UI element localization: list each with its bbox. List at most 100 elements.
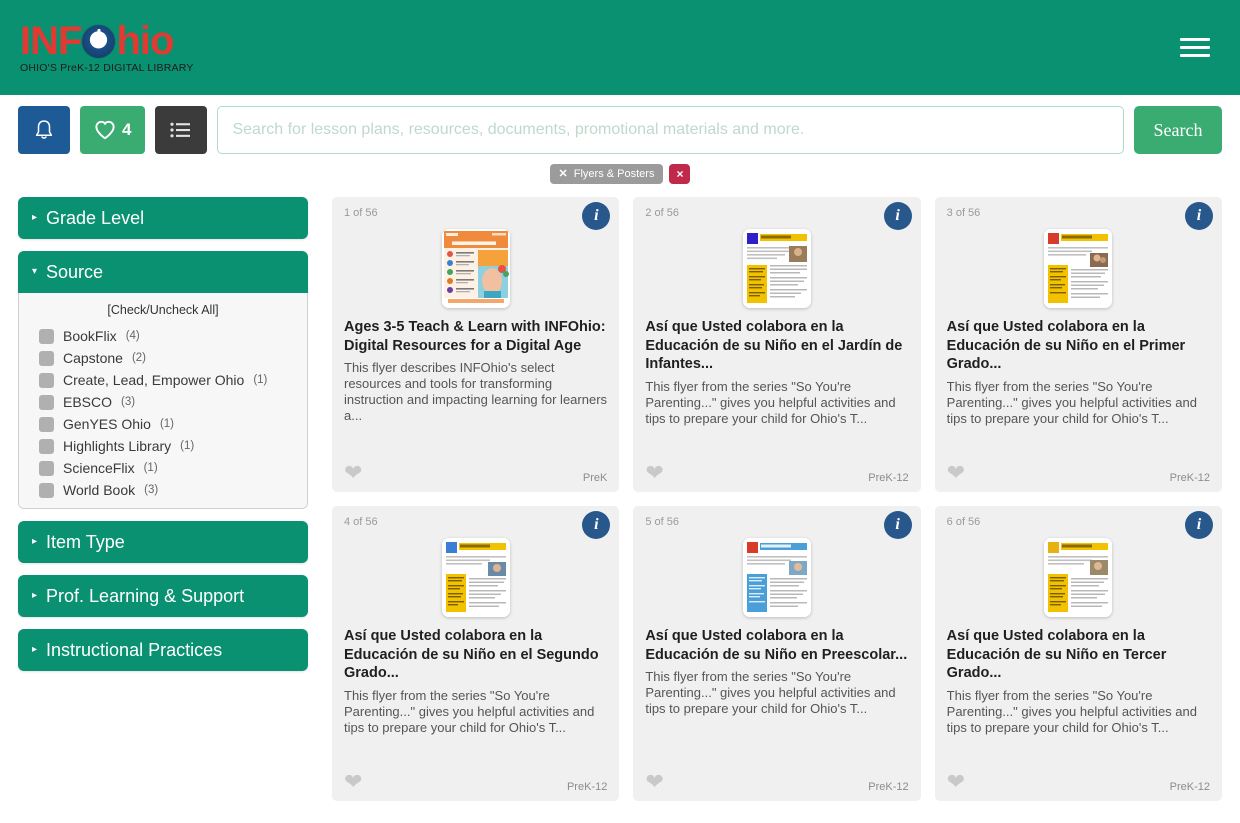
grade-badge: PreK: [582, 472, 608, 484]
facet-option-highlights-library[interactable]: Highlights Library (1): [19, 435, 307, 457]
hamburger-bar: [1180, 38, 1210, 41]
flyer-thumbnail-icon: [1044, 538, 1113, 617]
favorites-count: 4: [122, 120, 132, 139]
facet-option-bookflix[interactable]: BookFlix (4): [19, 325, 307, 347]
thumbnail-art: [1044, 538, 1113, 617]
list-icon: [170, 122, 191, 138]
favorite-heart-icon[interactable]: ❤: [947, 771, 965, 793]
info-icon[interactable]: i: [582, 511, 611, 539]
thumbnail-art: [742, 538, 811, 617]
chevron-right-icon: ▸: [32, 536, 38, 547]
favorite-heart-icon[interactable]: ❤: [947, 462, 965, 484]
chevron-right-icon: ▸: [32, 212, 38, 223]
card-title[interactable]: Así que Usted colabora en la Educación d…: [947, 318, 1210, 374]
heart-icon: [95, 120, 115, 140]
search-button[interactable]: Search: [1134, 106, 1222, 154]
hamburger-menu-icon[interactable]: [1180, 38, 1210, 57]
checkbox-icon[interactable]: [39, 328, 54, 344]
info-icon[interactable]: i: [883, 202, 912, 230]
info-icon[interactable]: i: [1185, 511, 1213, 539]
card-title[interactable]: Así que Usted colabora en la Educación d…: [344, 627, 607, 683]
card-title[interactable]: Así que Usted colabora en la Educación d…: [947, 627, 1210, 683]
facet-option-capstone[interactable]: Capstone (2): [19, 347, 307, 369]
results-grid: 1 of 56 i Ages 3-5 Teach & Learn with IN…: [332, 197, 1222, 801]
checkbox-icon[interactable]: [39, 460, 54, 476]
result-card[interactable]: 1 of 56 i Ages 3-5 Teach & Learn with IN…: [332, 197, 620, 492]
grade-badge: PreK-12: [868, 472, 909, 484]
site-logo[interactable]: INF hio OHIO'S PreK-12 DIGITAL LIBRARY: [18, 21, 194, 74]
card-header: 4 of 56 i: [344, 511, 611, 539]
bell-icon: [35, 120, 53, 139]
facet-option-ebsco[interactable]: EBSCO (3): [19, 391, 307, 413]
card-title[interactable]: Así que Usted colabora en la Educación d…: [645, 627, 908, 664]
checkbox-icon[interactable]: [39, 394, 54, 410]
checkbox-icon[interactable]: [39, 416, 54, 432]
facet-label: Grade Level: [46, 207, 145, 228]
flyer-thumbnail-icon: [742, 229, 811, 308]
facet-option-count: (2): [131, 352, 146, 364]
facet-header-grade-level[interactable]: ▸ Grade Level: [18, 197, 308, 239]
facet-option-genyes-ohio[interactable]: GenYES Ohio (1): [19, 413, 307, 435]
card-title[interactable]: Ages 3-5 Teach & Learn with INFOhio: Dig…: [344, 318, 607, 355]
facet-header-source[interactable]: ▾ Source: [18, 251, 308, 293]
card-header: 2 of 56 i: [645, 202, 912, 230]
facet-prof-learning-support: ▸ Prof. Learning & Support: [18, 575, 308, 617]
card-title[interactable]: Así que Usted colabora en la Educación d…: [645, 318, 908, 374]
clear-all-filters-button[interactable]: ×: [669, 164, 691, 184]
facet-header-item-type[interactable]: ▸ Item Type: [18, 521, 308, 563]
facet-header-prof-learning-support[interactable]: ▸ Prof. Learning & Support: [18, 575, 308, 617]
thumbnail-art: [742, 229, 811, 308]
favorites-button[interactable]: 4: [80, 106, 146, 154]
facet-option-label: GenYES Ohio: [63, 416, 151, 432]
card-counter: 3 of 56: [946, 207, 981, 219]
facet-header-instructional-practices[interactable]: ▸ Instructional Practices: [18, 629, 308, 671]
info-icon[interactable]: i: [582, 202, 611, 230]
result-card[interactable]: 4 of 56 i Así que Usted colabora en la E…: [332, 506, 620, 801]
close-icon: ✕: [558, 167, 568, 180]
checkbox-icon[interactable]: [39, 372, 54, 388]
checkbox-icon[interactable]: [39, 482, 54, 498]
checkbox-icon[interactable]: [39, 350, 54, 366]
power-button-icon: [82, 24, 116, 58]
facet-label: Prof. Learning & Support: [46, 585, 245, 606]
filter-chip-flyers-posters[interactable]: ✕ Flyers & Posters: [549, 164, 664, 184]
card-counter: 5 of 56: [645, 516, 679, 528]
card-thumbnail-wrap: [344, 229, 607, 308]
result-card[interactable]: 5 of 56 i Así que Usted colabora en la E…: [633, 506, 921, 801]
info-icon[interactable]: i: [1185, 202, 1213, 230]
notifications-button[interactable]: [18, 106, 70, 154]
grade-badge: PreK-12: [1169, 472, 1210, 484]
facet-option-create-lead-empower-ohio[interactable]: Create, Lead, Empower Ohio (1): [19, 369, 307, 391]
card-description: This flyer describes INFOhio's select re…: [344, 360, 608, 424]
logo-text-hio: hio: [116, 19, 174, 63]
checkbox-icon[interactable]: [39, 438, 54, 454]
favorite-heart-icon[interactable]: ❤: [645, 462, 663, 484]
flyer-thumbnail-icon: [441, 538, 510, 617]
facet-option-world-book[interactable]: World Book (3): [19, 479, 307, 501]
facet-option-scienceflix[interactable]: ScienceFlix (1): [19, 457, 307, 479]
facet-instructional-practices: ▸ Instructional Practices: [18, 629, 308, 671]
card-description: This flyer from the series "So You're Pa…: [946, 687, 1197, 735]
favorite-heart-icon[interactable]: ❤: [344, 462, 362, 484]
result-card[interactable]: 3 of 56 i Así que Usted colabora en la E…: [934, 197, 1222, 492]
card-counter: 6 of 56: [946, 516, 981, 528]
flyer-thumbnail-icon: [1044, 229, 1113, 308]
result-card[interactable]: 2 of 56 i Así que Usted colabora en la E…: [633, 197, 921, 492]
card-thumbnail-wrap: [344, 538, 607, 617]
favorite-heart-icon[interactable]: ❤: [645, 771, 663, 793]
card-thumbnail-wrap: [947, 229, 1210, 308]
facet-body-source[interactable]: [Check/Uncheck All] BookFlix (4) Capston…: [18, 293, 308, 509]
list-view-button[interactable]: [155, 106, 208, 154]
favorite-heart-icon[interactable]: ❤: [344, 771, 362, 793]
card-thumbnail-wrap: [645, 229, 908, 308]
facet-option-label: Capstone: [63, 350, 123, 366]
check-uncheck-all-link[interactable]: [Check/Uncheck All]: [19, 301, 307, 325]
info-icon[interactable]: i: [883, 511, 912, 539]
search-input[interactable]: [217, 106, 1124, 154]
facet-option-count: (4): [125, 330, 140, 342]
facet-grade-level: ▸ Grade Level: [18, 197, 308, 239]
result-card[interactable]: 6 of 56 i Así que Usted colabora en la E…: [934, 506, 1222, 801]
card-header: 5 of 56 i: [645, 511, 912, 539]
card-description: This flyer from the series "So You're Pa…: [344, 687, 595, 735]
clear-all-icon: ×: [676, 167, 684, 181]
